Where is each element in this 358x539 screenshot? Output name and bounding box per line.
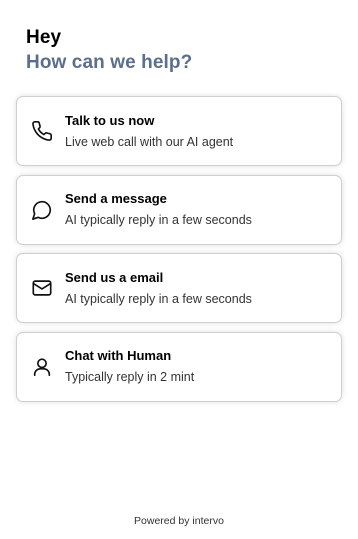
talk-to-us-option[interactable]: Talk to us now Live web call with our AI…: [16, 96, 342, 166]
user-icon: [31, 356, 53, 378]
option-description: AI typically reply in a few seconds: [65, 291, 252, 306]
greeting-heading: Hey: [26, 27, 62, 48]
help-subheading: How can we help?: [26, 52, 193, 73]
send-email-option[interactable]: Send us a email AI typically reply in a …: [16, 253, 342, 323]
mail-icon: [31, 277, 53, 299]
chat-bubble-icon: [31, 199, 53, 221]
option-title: Send us a email: [65, 269, 164, 285]
powered-by-footer: Powered by intervo: [134, 515, 224, 527]
phone-icon: [31, 120, 53, 142]
option-title: Talk to us now: [65, 112, 155, 128]
option-description: Live web call with our AI agent: [65, 134, 234, 149]
option-description: AI typically reply in a few seconds: [65, 213, 252, 227]
send-message-option[interactable]: Send a message AI typically reply in a f…: [16, 174, 342, 245]
option-title: Chat with Human: [65, 348, 172, 363]
option-title: Send a message: [65, 191, 167, 206]
chat-with-human-option[interactable]: Chat with Human Typically reply in 2 min…: [16, 331, 342, 402]
option-description: Typically reply in 2 mint: [65, 370, 195, 384]
contact-options-list: Talk to us now Live web call with our AI…: [16, 96, 342, 410]
header: Hey How can we help?: [26, 26, 192, 75]
